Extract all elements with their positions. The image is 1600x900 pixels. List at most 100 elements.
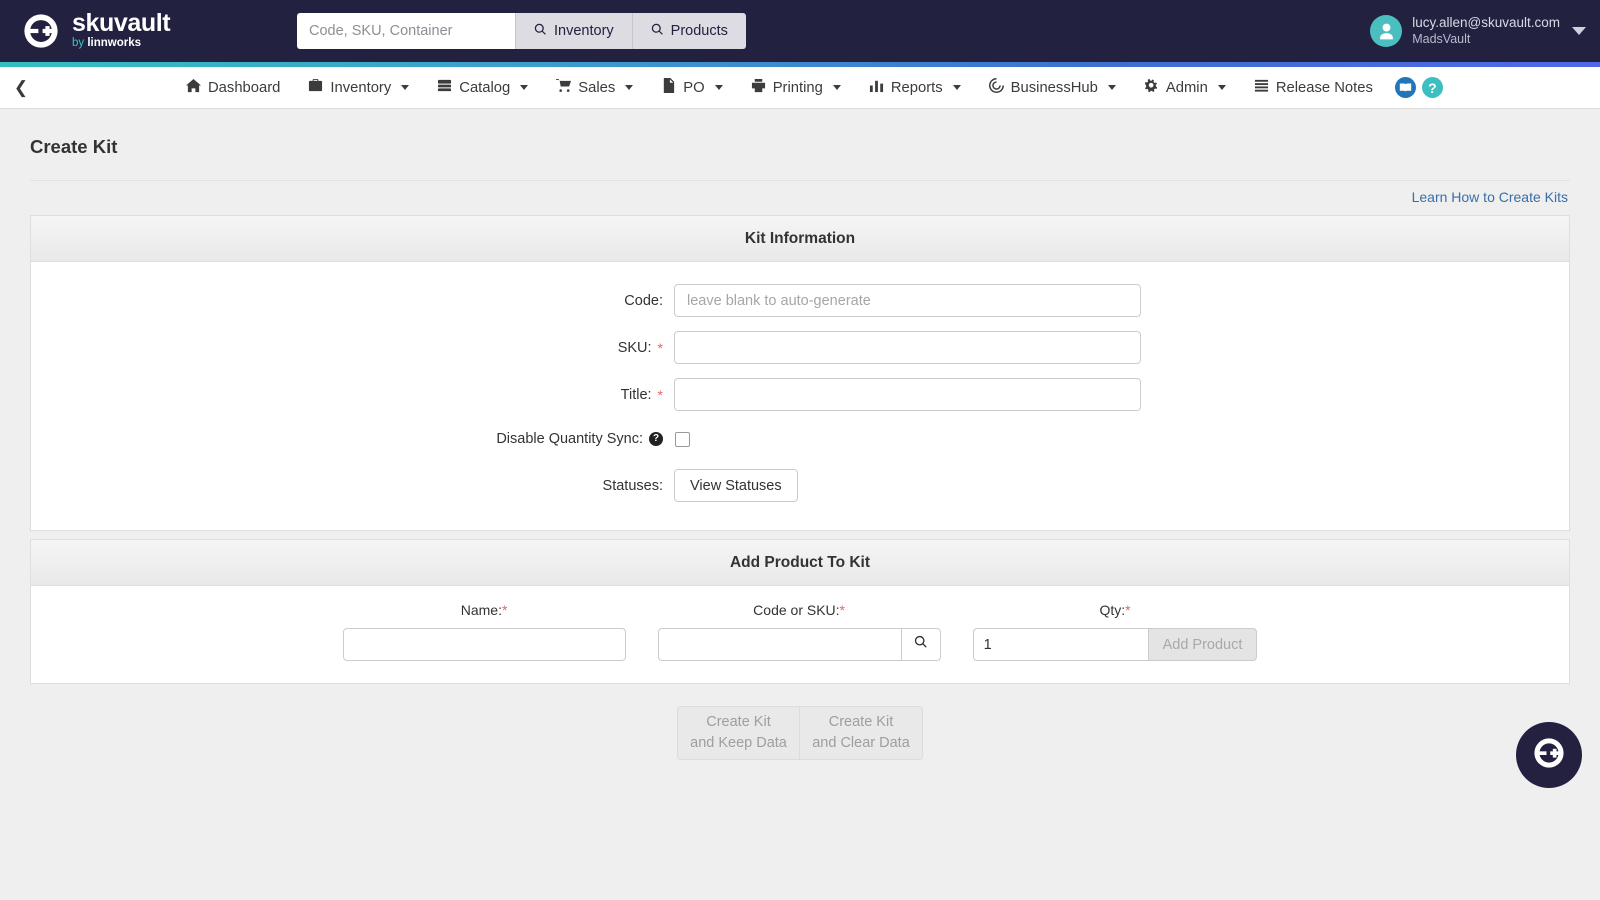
kit-information-panel: Kit Information Code: SKU:* Title:*	[30, 215, 1570, 531]
chevron-down-icon	[1108, 85, 1116, 90]
add-product-header: Add Product To Kit	[31, 540, 1569, 586]
form-actions: Create Kit and Keep Data Create Kit and …	[0, 684, 1600, 760]
required-asterisk: *	[658, 340, 663, 356]
nav-item-po[interactable]: PO	[647, 67, 736, 109]
brand-name: skuvault	[72, 11, 170, 36]
chevron-down-icon	[715, 85, 723, 90]
chevron-down-icon	[401, 85, 409, 90]
help-question-icon[interactable]: ?	[1422, 77, 1443, 98]
printer-icon	[751, 78, 766, 97]
view-statuses-button[interactable]: View Statuses	[674, 469, 798, 502]
sku-row: SKU:*	[31, 331, 1569, 364]
kit-information-header: Kit Information	[31, 216, 1569, 262]
nav-label: PO	[683, 80, 704, 96]
disable-quantity-sync-row: Disable Quantity Sync: ?	[31, 431, 1569, 447]
required-asterisk: *	[502, 602, 507, 618]
add-product-button[interactable]: Add Product	[1148, 628, 1258, 661]
qty-label: Qty:*	[973, 602, 1258, 618]
search-icon	[651, 23, 664, 40]
user-organization: MadsVault	[1412, 32, 1560, 48]
sidebar-collapse-chevron-left-icon[interactable]: ❮	[4, 78, 38, 98]
user-menu[interactable]: lucy.allen@skuvault.com MadsVault	[1370, 0, 1586, 62]
nav-item-printing[interactable]: Printing	[737, 67, 855, 109]
user-email: lucy.allen@skuvault.com	[1412, 15, 1560, 32]
nav-item-catalog[interactable]: Catalog	[423, 67, 542, 109]
statuses-row: Statuses: View Statuses	[31, 469, 1569, 502]
required-asterisk: *	[1125, 602, 1130, 618]
nav-label: Printing	[773, 80, 823, 96]
qty-field-group: Qty:* Add Product	[973, 602, 1258, 661]
title-label: Title:*	[31, 387, 674, 403]
chevron-down-icon	[625, 85, 633, 90]
sku-input[interactable]	[674, 331, 1141, 364]
add-product-body: Name:* Code or SKU:*	[31, 586, 1569, 683]
support-chat-button[interactable]	[1516, 722, 1582, 788]
title-row: Title:*	[31, 378, 1569, 411]
global-search: Inventory Products	[297, 13, 746, 49]
nav-label: Reports	[891, 80, 943, 96]
nav-item-sales[interactable]: Sales	[542, 67, 647, 109]
chevron-down-icon	[953, 85, 961, 90]
required-asterisk: *	[840, 602, 845, 618]
top-header: skuvault by linnworks Inventory Products…	[0, 0, 1600, 62]
search-products-button[interactable]: Products	[632, 13, 746, 49]
disable-quantity-sync-label: Disable Quantity Sync: ?	[31, 431, 674, 447]
add-product-panel: Add Product To Kit Name:* Code or SKU:*	[30, 539, 1570, 684]
home-icon	[186, 78, 201, 97]
skuvault-logo-icon	[20, 10, 62, 52]
main-navigation: ❮ Dashboard Inventory Catalog	[0, 67, 1600, 109]
create-kit-and-clear-data-button[interactable]: Create Kit and Clear Data	[800, 706, 923, 760]
code-sku-field-group: Code or SKU:*	[658, 602, 941, 661]
code-input[interactable]	[674, 284, 1141, 317]
brand-subtitle: by linnworks	[72, 38, 170, 50]
nav-item-inventory[interactable]: Inventory	[294, 67, 423, 109]
nav-label: BusinessHub	[1011, 80, 1098, 96]
chevron-down-icon	[833, 85, 841, 90]
disable-quantity-sync-checkbox[interactable]	[675, 432, 690, 447]
nav-item-release-notes[interactable]: Release Notes	[1240, 67, 1387, 109]
target-icon	[989, 78, 1004, 97]
briefcase-icon	[308, 78, 323, 97]
page-title: Create Kit	[0, 109, 1600, 158]
search-products-label: Products	[671, 23, 728, 39]
bar-chart-icon	[869, 78, 884, 97]
code-or-sku-label: Code or SKU:*	[658, 602, 941, 618]
btn-line-2: and Keep Data	[690, 733, 787, 754]
required-asterisk: *	[658, 387, 663, 403]
search-inventory-label: Inventory	[554, 23, 614, 39]
list-icon	[1254, 78, 1269, 97]
chevron-down-icon	[520, 85, 528, 90]
help-question-icon[interactable]: ?	[649, 432, 663, 446]
chevron-down-icon[interactable]	[1572, 27, 1586, 35]
avatar	[1370, 15, 1402, 47]
nav-items: Dashboard Inventory Catalog Sales	[172, 67, 1443, 109]
code-row: Code:	[31, 284, 1569, 317]
product-name-input[interactable]	[343, 628, 626, 661]
skuvault-logo-icon	[1529, 733, 1569, 778]
btn-line-1: Create Kit	[829, 712, 893, 733]
statuses-label: Statuses:	[31, 478, 674, 494]
document-icon	[661, 78, 676, 97]
qty-input[interactable]	[973, 628, 1148, 661]
product-code-sku-input[interactable]	[658, 628, 901, 661]
name-field-group: Name:*	[343, 602, 626, 661]
product-search-button[interactable]	[901, 628, 941, 661]
search-inventory-button[interactable]: Inventory	[515, 13, 632, 49]
nav-item-businesshub[interactable]: BusinessHub	[975, 67, 1130, 109]
brand-logo-block[interactable]: skuvault by linnworks	[20, 10, 170, 52]
nav-item-dashboard[interactable]: Dashboard	[172, 67, 294, 109]
knowledge-base-book-icon[interactable]	[1395, 77, 1416, 98]
title-input[interactable]	[674, 378, 1141, 411]
nav-item-reports[interactable]: Reports	[855, 67, 975, 109]
nav-label: Admin	[1166, 80, 1208, 96]
create-kit-and-keep-data-button[interactable]: Create Kit and Keep Data	[677, 706, 800, 760]
nav-item-admin[interactable]: Admin	[1130, 67, 1240, 109]
search-icon	[534, 23, 547, 40]
nav-label: Inventory	[330, 80, 391, 96]
nav-label: Catalog	[459, 80, 510, 96]
nav-label: Sales	[578, 80, 615, 96]
chevron-down-icon	[1218, 85, 1226, 90]
search-input[interactable]	[297, 13, 515, 49]
learn-how-to-create-kits-link[interactable]: Learn How to Create Kits	[1412, 189, 1568, 205]
page-content: Create Kit Learn How to Create Kits Kit …	[0, 109, 1600, 760]
